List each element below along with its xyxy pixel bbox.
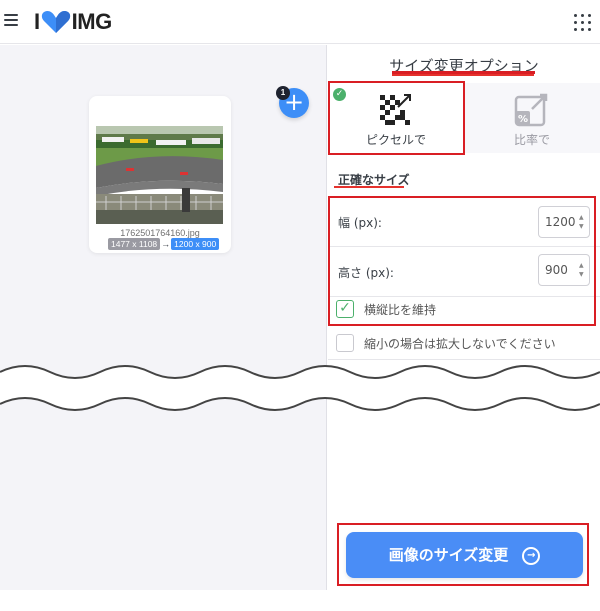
page-break-wave [0, 365, 600, 411]
image-thumbnail [96, 126, 223, 224]
keep-ratio-label: 横縦比を維持 [364, 303, 437, 317]
logo-letter-i: I [34, 9, 40, 34]
percent-resize-icon: % [514, 93, 548, 127]
title-underline [392, 73, 534, 76]
pixel-resize-icon [380, 94, 411, 125]
file-workspace: 1762501764160.jpg 1477 x 1108 → 1200 x 9… [0, 45, 327, 590]
logo[interactable]: I IMG [34, 9, 112, 35]
svg-text:%: % [518, 114, 528, 125]
keep-ratio-checkbox[interactable]: ✓ [336, 300, 354, 318]
height-field-row: 高さ (px): 900 ▲ ▼ [328, 247, 600, 297]
width-value: 1200 [545, 215, 576, 229]
menu-icon[interactable] [4, 14, 18, 28]
top-header: I IMG [0, 0, 600, 44]
no-enlarge-label: 縮小の場合は拡大しないでください [364, 337, 556, 351]
resize-images-label: 画像のサイズ変更 [388, 546, 509, 564]
file-name: 1762501764160.jpg [120, 228, 200, 238]
height-stepper[interactable]: ▲ ▼ [579, 261, 585, 279]
mode-by-pixels-label: ピクセルで [365, 133, 426, 147]
dimension-badges: 1477 x 1108 → 1200 x 900 [108, 238, 220, 250]
width-stepper[interactable]: ▲ ▼ [579, 213, 585, 231]
resize-images-button[interactable]: 画像のサイズ変更 → [346, 532, 583, 578]
no-enlarge-checkbox[interactable] [336, 334, 354, 352]
mode-by-percentage-label: 比率で [513, 133, 550, 147]
logo-text-img: IMG [71, 9, 113, 34]
height-label: 高さ (px): [338, 266, 394, 280]
heart-icon [41, 10, 70, 33]
height-input[interactable]: 900 ▲ ▼ [538, 254, 590, 286]
file-count-badge: 1 [276, 86, 290, 100]
height-value: 900 [545, 263, 568, 277]
resize-mode-selector: ✓ ピクセルで % 比率で [328, 83, 600, 153]
arrow-circle-right-icon: → [522, 546, 541, 565]
mode-by-percentage[interactable]: % 比率で [464, 83, 600, 153]
keep-ratio-row: ✓ 横縦比を維持 [328, 292, 600, 326]
original-size-badge: 1477 x 1108 [108, 238, 161, 250]
width-input[interactable]: 1200 ▲ ▼ [538, 206, 590, 238]
bottom-strip [0, 590, 600, 611]
width-label: 幅 (px): [338, 216, 382, 230]
apps-grid-icon[interactable] [574, 14, 592, 32]
arrow-right-icon: → [161, 239, 171, 249]
no-enlarge-row: 縮小の場合は拡大しないでください [328, 326, 600, 360]
selected-check-icon: ✓ [333, 88, 346, 101]
mode-by-pixels[interactable]: ✓ ピクセルで [328, 83, 464, 153]
options-panel: サイズ変更オプション ✓ ピクセルで % 比率で 正確なサイズ 幅 (px): … [328, 45, 600, 590]
new-size-badge: 1200 x 900 [171, 238, 220, 250]
section-underline [334, 186, 404, 188]
width-field-row: 幅 (px): 1200 ▲ ▼ [328, 197, 600, 247]
file-card[interactable]: 1762501764160.jpg 1477 x 1108 → 1200 x 9… [89, 96, 231, 253]
